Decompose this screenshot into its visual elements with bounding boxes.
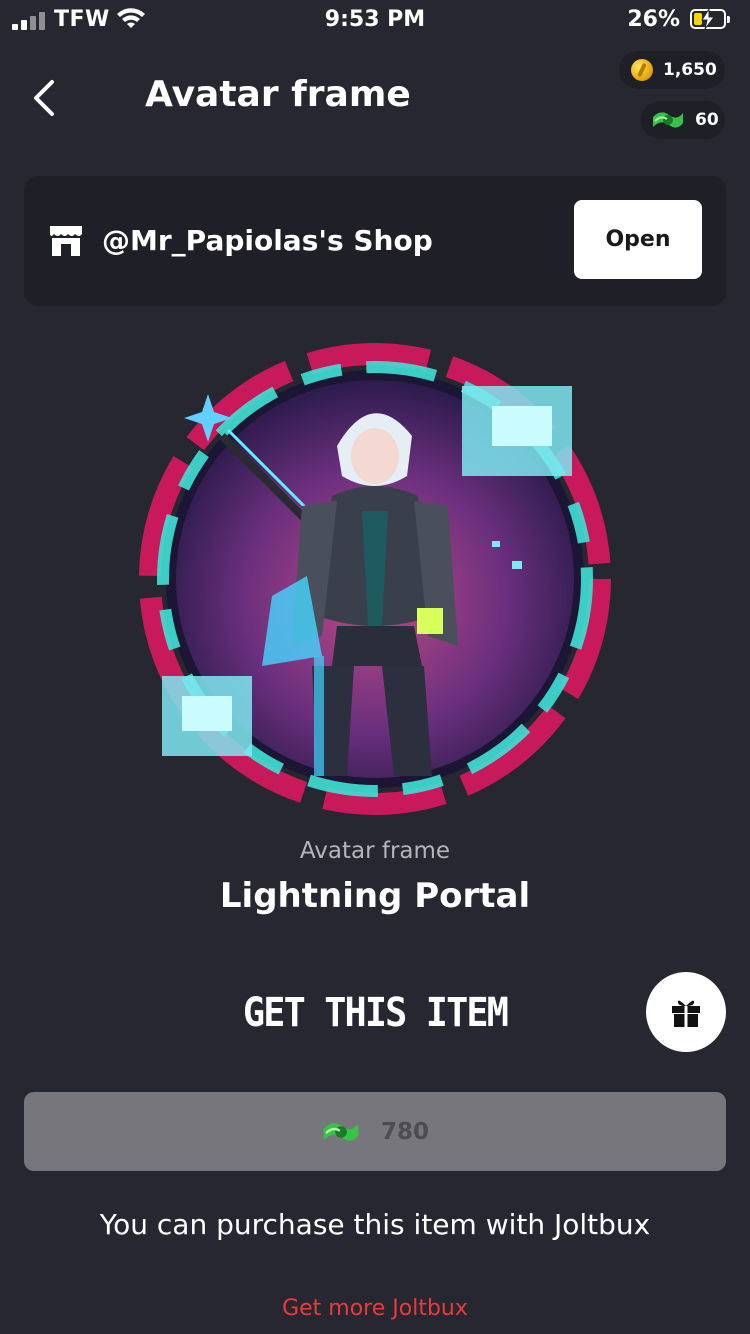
coin-balance[interactable]: 1,650 xyxy=(619,51,725,89)
get-more-joltbux-link[interactable]: Get more Joltbux xyxy=(0,1296,750,1321)
joltbux-icon xyxy=(653,112,683,128)
joltbux-balance-value: 60 xyxy=(695,110,719,130)
battery-icon xyxy=(690,9,730,29)
item-type-label: Avatar frame xyxy=(299,838,451,864)
joltbux-icon xyxy=(323,1122,359,1141)
shop-icon xyxy=(50,226,82,256)
avatar-frame-preview xyxy=(139,343,611,815)
purchase-note: You can purchase this item with Joltbux xyxy=(99,1208,651,1241)
coin-icon xyxy=(631,59,653,81)
back-chevron-icon[interactable] xyxy=(30,76,70,120)
status-bar: TFW 9:53 PM 26% xyxy=(0,0,750,40)
coin-balance-value: 1,650 xyxy=(663,60,717,80)
gift-icon xyxy=(672,1000,700,1027)
item-price: 780 xyxy=(380,1118,429,1145)
purchase-button[interactable]: 780 xyxy=(24,1092,726,1171)
gift-button[interactable] xyxy=(646,972,726,1052)
battery-percentage: 26% xyxy=(627,7,680,32)
item-name: Lightning Portal xyxy=(219,876,531,916)
page-title: Avatar frame xyxy=(145,74,411,115)
open-shop-button[interactable]: Open xyxy=(574,200,702,279)
joltbux-balance[interactable]: 60 xyxy=(641,101,725,139)
get-item-heading: GET THIS ITEM xyxy=(242,990,509,1036)
shop-name[interactable]: @Mr_Papiolas's Shop xyxy=(102,224,433,257)
